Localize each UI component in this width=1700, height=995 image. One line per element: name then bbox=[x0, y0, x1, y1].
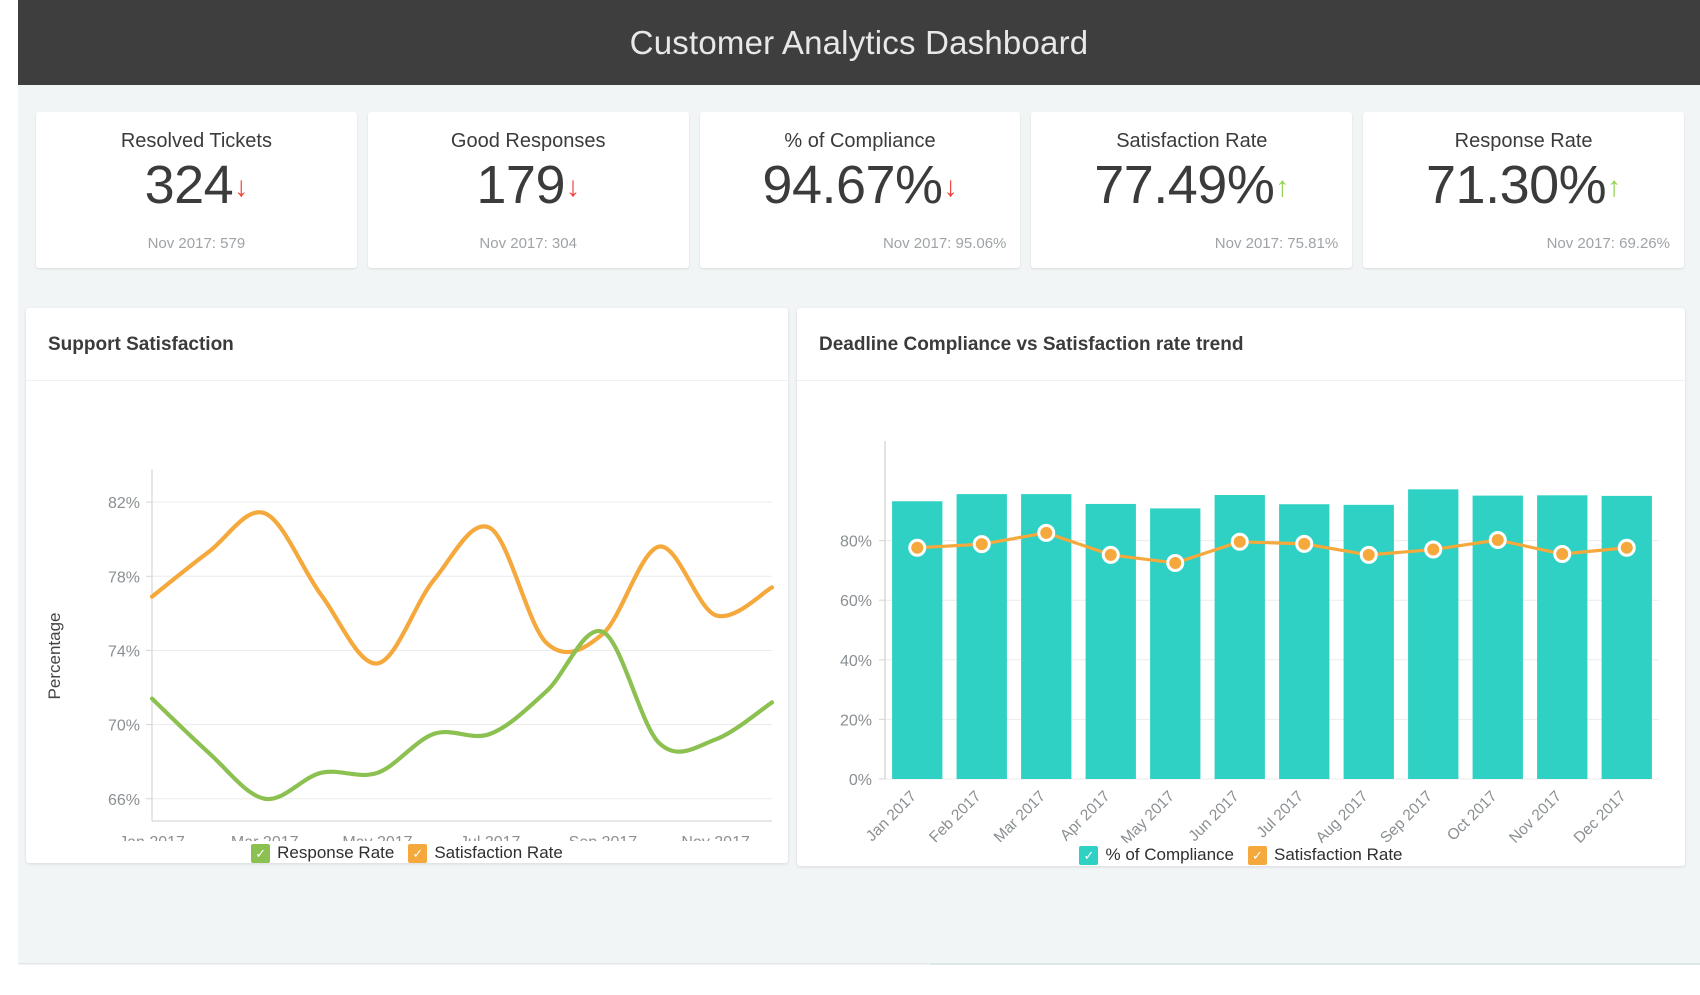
kpi-subtext: Nov 2017: 579 bbox=[147, 235, 246, 252]
legend-item-compliance[interactable]: ✓ % of Compliance bbox=[1079, 845, 1234, 865]
svg-text:74%: 74% bbox=[108, 643, 140, 660]
svg-text:40%: 40% bbox=[840, 653, 872, 670]
svg-text:Jan 2017: Jan 2017 bbox=[863, 788, 920, 843]
kpi-title: Good Responses bbox=[450, 130, 606, 152]
check-icon: ✓ bbox=[251, 843, 271, 863]
svg-text:70%: 70% bbox=[108, 718, 140, 735]
check-icon: ✓ bbox=[1248, 845, 1267, 865]
kpi-value-wrap: 324 ↓ bbox=[145, 155, 249, 215]
kpi-value: 324 bbox=[144, 155, 234, 215]
kpi-card-compliance[interactable]: % of Compliance 94.67% ↓ Nov 2017: 95.06… bbox=[699, 112, 1021, 268]
page-title: Customer Analytics Dashboard bbox=[629, 23, 1089, 61]
kpi-subtext: Nov 2017: 304 bbox=[479, 235, 577, 252]
kpi-card-satisfaction-rate[interactable]: Satisfaction Rate 77.49% ↑ Nov 2017: 75.… bbox=[1031, 112, 1353, 268]
svg-text:Aug 2017: Aug 2017 bbox=[1313, 788, 1372, 843]
svg-text:May 2017: May 2017 bbox=[342, 834, 412, 841]
legend-right: ✓ % of Compliance ✓ Satisfaction Rate bbox=[797, 845, 1685, 865]
check-icon: ✓ bbox=[1079, 845, 1099, 865]
svg-text:66%: 66% bbox=[108, 792, 140, 809]
legend-item-satisfaction-rate[interactable]: ✓ Satisfaction Rate bbox=[408, 843, 563, 863]
trend-up-icon: ↑ bbox=[1275, 171, 1290, 202]
svg-text:Jul 2017: Jul 2017 bbox=[1254, 788, 1307, 841]
kpi-value: 77.49% bbox=[1094, 155, 1275, 215]
legend-item-response-rate[interactable]: ✓ Response Rate bbox=[251, 843, 394, 863]
svg-text:82%: 82% bbox=[108, 495, 140, 512]
panel-title-right: Deadline Compliance vs Satisfaction rate… bbox=[819, 334, 1244, 355]
legend-left: ✓ Response Rate ✓ Satisfaction Rate bbox=[26, 843, 788, 863]
kpi-value-wrap: 94.67% ↓ bbox=[762, 155, 957, 215]
legend-label: Satisfaction Rate bbox=[1274, 845, 1403, 864]
trend-up-icon: ↑ bbox=[1607, 171, 1622, 202]
svg-text:Jun 2017: Jun 2017 bbox=[1185, 788, 1242, 843]
svg-text:Apr 2017: Apr 2017 bbox=[1057, 788, 1114, 843]
kpi-title: Resolved Tickets bbox=[120, 130, 272, 152]
svg-text:Mar 2017: Mar 2017 bbox=[991, 788, 1049, 843]
svg-text:0%: 0% bbox=[849, 772, 872, 789]
svg-text:60%: 60% bbox=[840, 593, 872, 610]
kpi-card-resolved-tickets[interactable]: Resolved Tickets 324 ↓ Nov 2017: 579 bbox=[36, 112, 357, 268]
kpi-value: 94.67% bbox=[762, 155, 943, 215]
trend-down-icon: ↓ bbox=[943, 171, 958, 202]
legend-item-satisfaction-rate[interactable]: ✓ Satisfaction Rate bbox=[1248, 845, 1403, 865]
dashboard-page: Customer Analytics Dashboard Resolved Ti… bbox=[0, 0, 1700, 995]
kpi-title: Satisfaction Rate bbox=[1116, 130, 1268, 152]
kpi-value-wrap: 77.49% ↑ bbox=[1094, 155, 1289, 215]
svg-text:Percentage: Percentage bbox=[45, 613, 64, 700]
trend-down-icon: ↓ bbox=[234, 171, 249, 202]
svg-text:May 2017: May 2017 bbox=[1118, 788, 1178, 843]
bar-chart-area[interactable]: 0% 20% 40% 60% 80% Jan 2017 Feb 2017 Mar 2017 Ap… bbox=[797, 381, 1685, 843]
legend-label: % of Compliance bbox=[1105, 845, 1234, 864]
trend-down-icon: ↓ bbox=[566, 171, 580, 202]
support-satisfaction-chart[interactable]: 66% 70% 74% 78% 82% Percentage Jan 2017 Mar 201… bbox=[26, 381, 788, 841]
kpi-title: % of Compliance bbox=[784, 130, 936, 152]
svg-text:Nov 2017: Nov 2017 bbox=[1506, 788, 1565, 843]
check-icon: ✓ bbox=[408, 843, 428, 863]
svg-text:Nov 2017: Nov 2017 bbox=[681, 834, 750, 841]
svg-text:20%: 20% bbox=[840, 712, 872, 729]
kpi-title: Response Rate bbox=[1454, 130, 1593, 152]
svg-text:Sep 2017: Sep 2017 bbox=[1377, 788, 1436, 843]
kpi-subtext: Nov 2017: 75.81% bbox=[1214, 235, 1339, 252]
kpi-value-wrap: 71.30% ↑ bbox=[1426, 155, 1621, 215]
kpi-card-good-responses[interactable]: Good Responses 179 ↓ Nov 2017: 304 bbox=[367, 112, 689, 268]
svg-text:Mar 2017: Mar 2017 bbox=[231, 834, 299, 841]
bottom-divider-secondary bbox=[930, 963, 1700, 965]
line-chart-area[interactable]: 66% 70% 74% 78% 82% Percentage Jan 2017 Mar 201… bbox=[26, 381, 788, 841]
svg-text:Sep 2017: Sep 2017 bbox=[569, 834, 638, 841]
panel-deadline-compliance: Deadline Compliance vs Satisfaction rate… bbox=[797, 308, 1685, 866]
panel-title-left: Support Satisfaction bbox=[48, 334, 234, 355]
svg-text:Jan 2017: Jan 2017 bbox=[119, 834, 185, 841]
panel-support-satisfaction: Support Satisfaction 66% 70% 74% 78% 82% Perc… bbox=[26, 308, 788, 863]
kpi-subtext: Nov 2017: 69.26% bbox=[1546, 235, 1670, 252]
dashboard-header: Customer Analytics Dashboard bbox=[18, 0, 1700, 85]
kpi-row: Resolved Tickets 324 ↓ Nov 2017: 579 Goo… bbox=[36, 112, 1684, 268]
legend-label: Response Rate bbox=[277, 843, 395, 862]
kpi-subtext: Nov 2017: 95.06% bbox=[882, 235, 1007, 252]
kpi-value: 71.30% bbox=[1426, 155, 1607, 215]
deadline-compliance-chart[interactable]: 0% 20% 40% 60% 80% Jan 2017 Feb 2017 Mar 2017 Ap… bbox=[797, 381, 1685, 843]
kpi-value-wrap: 179 ↓ bbox=[476, 155, 580, 215]
svg-text:78%: 78% bbox=[108, 569, 140, 586]
legend-label: Satisfaction Rate bbox=[434, 843, 563, 862]
svg-text:Oct 2017: Oct 2017 bbox=[1444, 788, 1501, 843]
svg-text:Feb 2017: Feb 2017 bbox=[926, 788, 984, 843]
svg-text:Dec 2017: Dec 2017 bbox=[1571, 788, 1630, 843]
kpi-value: 179 bbox=[476, 155, 565, 215]
svg-text:80%: 80% bbox=[840, 534, 872, 551]
kpi-card-response-rate[interactable]: Response Rate 71.30% ↑ Nov 2017: 69.26% bbox=[1363, 112, 1684, 268]
svg-text:Jul 2017: Jul 2017 bbox=[460, 834, 521, 841]
